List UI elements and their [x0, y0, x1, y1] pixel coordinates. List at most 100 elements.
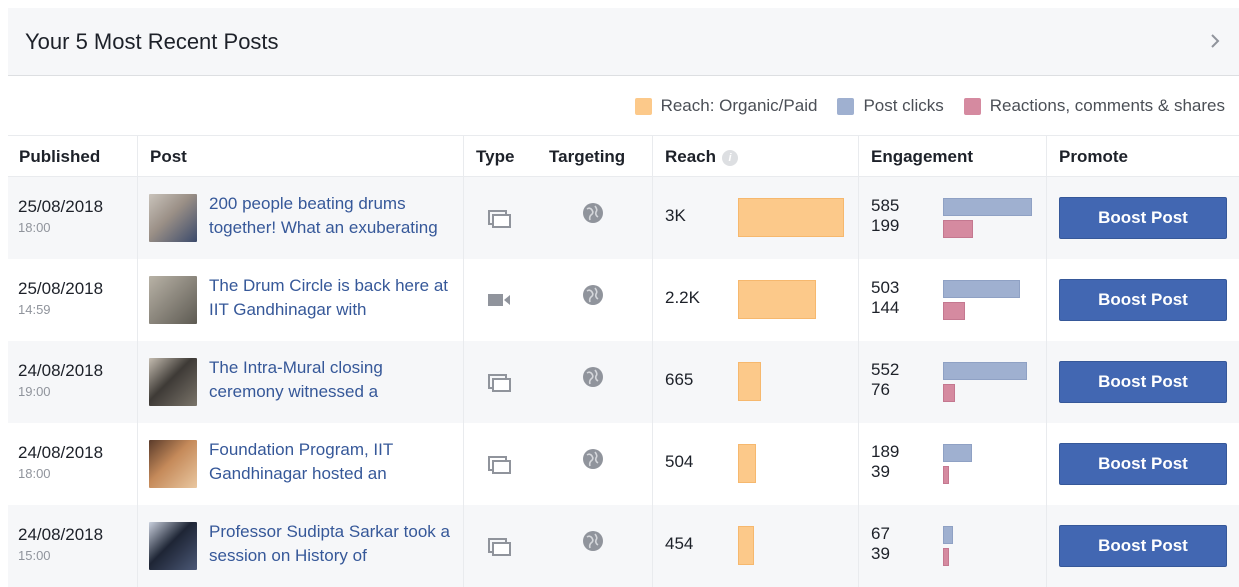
legend-swatch-reactions	[963, 97, 981, 115]
column-header-reach[interactable]: Reach i	[665, 136, 739, 178]
panel-header[interactable]: Your 5 Most Recent Posts	[8, 8, 1239, 76]
photo-album-icon	[486, 371, 512, 393]
reactions-value: 39	[871, 462, 890, 481]
reactions-value: 76	[871, 380, 890, 399]
reach-value: 3K	[665, 206, 686, 225]
globe-icon	[582, 530, 604, 552]
panel-title: Your 5 Most Recent Posts	[25, 29, 279, 54]
boost-post-button[interactable]: Boost Post	[1059, 361, 1227, 403]
reach-value: 665	[665, 370, 694, 389]
column-divider	[137, 135, 138, 587]
legend-label-post-clicks: Post clicks	[863, 96, 944, 115]
table-row: 24/08/2018 18:00 Foundation Program, IIT…	[8, 423, 1239, 505]
video-icon	[486, 289, 512, 311]
post-link[interactable]: The Intra-Mural closing ceremony witness…	[209, 356, 459, 404]
engagement-values: 67 39	[871, 524, 890, 564]
reactions-bar	[943, 220, 973, 238]
reach-value: 2.2K	[665, 288, 700, 307]
published-time: 18:00	[18, 220, 51, 235]
published-date: 24/08/2018	[18, 443, 104, 462]
column-header-promote: Promote	[1059, 147, 1128, 166]
post-thumbnail[interactable]	[149, 440, 197, 488]
chart-legend: Reach: Organic/Paid Post clicks Reaction…	[615, 96, 1225, 116]
reactions-value: 39	[871, 544, 890, 563]
reactions-bar	[943, 548, 949, 566]
post-clicks-bar	[943, 444, 972, 462]
boost-post-button[interactable]: Boost Post	[1059, 443, 1227, 485]
engagement-values: 585 199	[871, 196, 899, 236]
engagement-values: 189 39	[871, 442, 899, 482]
legend-item-reactions: Reactions, comments & shares	[963, 96, 1225, 116]
posts-table: Published Post Type Targeting Reach i Eng…	[8, 135, 1239, 587]
photo-album-icon	[486, 453, 512, 475]
column-divider	[1046, 135, 1047, 587]
table-row: 25/08/2018 14:59 The Drum Circle is back…	[8, 259, 1239, 341]
column-header-type[interactable]: Type	[476, 136, 514, 178]
reach-value: 504	[665, 452, 694, 471]
column-header-engagement[interactable]: Engagement	[871, 136, 973, 178]
post-clicks-bar	[943, 362, 1027, 380]
boost-post-button[interactable]: Boost Post	[1059, 279, 1227, 321]
legend-swatch-reach	[634, 97, 652, 115]
post-link[interactable]: Foundation Program, IIT Gandhinagar host…	[209, 438, 459, 486]
table-body: 25/08/2018 18:00 200 people beating drum…	[8, 177, 1239, 587]
boost-post-button[interactable]: Boost Post	[1059, 525, 1227, 567]
post-clicks-value: 585	[871, 196, 900, 215]
published-date: 24/08/2018	[18, 525, 104, 544]
table-row: 24/08/2018 15:00 Professor Sudipta Sarka…	[8, 505, 1239, 587]
reach-bar	[738, 444, 756, 483]
post-clicks-value: 503	[871, 278, 900, 297]
post-link[interactable]: The Drum Circle is back here at IIT Gand…	[209, 274, 459, 322]
info-icon[interactable]: i	[722, 149, 739, 166]
reactions-value: 144	[871, 298, 900, 317]
table-row: 24/08/2018 19:00 The Intra-Mural closing…	[8, 341, 1239, 423]
reactions-bar	[943, 384, 955, 402]
post-clicks-value: 189	[871, 442, 900, 461]
column-header-post[interactable]: Post	[150, 136, 187, 178]
post-clicks-bar	[943, 526, 953, 544]
boost-post-button[interactable]: Boost Post	[1059, 197, 1227, 239]
published-time: 19:00	[18, 384, 51, 399]
reactions-bar	[943, 466, 949, 484]
legend-item-post-clicks: Post clicks	[837, 96, 944, 116]
globe-icon	[582, 202, 604, 224]
legend-item-reach: Reach: Organic/Paid	[634, 96, 818, 116]
table-row: 25/08/2018 18:00 200 people beating drum…	[8, 177, 1239, 259]
published-date: 25/08/2018	[18, 197, 104, 216]
legend-swatch-post-clicks	[837, 97, 855, 115]
globe-icon	[582, 448, 604, 470]
published-date: 24/08/2018	[18, 361, 104, 380]
table-header-row: Published Post Type Targeting Reach i Eng…	[8, 135, 1239, 177]
legend-label-reach: Reach: Organic/Paid	[660, 96, 818, 115]
column-divider	[652, 135, 653, 587]
published-time: 18:00	[18, 466, 51, 481]
photo-album-icon	[486, 535, 512, 557]
reactions-value: 199	[871, 216, 900, 235]
post-clicks-bar	[943, 198, 1032, 216]
engagement-values: 552 76	[871, 360, 899, 400]
column-header-published[interactable]: Published	[19, 136, 100, 178]
column-divider	[858, 135, 859, 587]
reach-value: 454	[665, 534, 694, 553]
post-thumbnail[interactable]	[149, 522, 197, 570]
column-header-targeting[interactable]: Targeting	[549, 136, 625, 178]
reach-bar	[738, 362, 761, 401]
post-link[interactable]: Professor Sudipta Sarkar took a session …	[209, 520, 459, 568]
reach-bar	[738, 526, 754, 565]
recent-posts-panel: Your 5 Most Recent Posts Reach: Organic/…	[8, 8, 1239, 587]
post-clicks-value: 552	[871, 360, 900, 379]
post-thumbnail[interactable]	[149, 276, 197, 324]
post-thumbnail[interactable]	[149, 358, 197, 406]
engagement-values: 503 144	[871, 278, 899, 318]
post-clicks-value: 67	[871, 524, 890, 543]
post-clicks-bar	[943, 280, 1020, 298]
globe-icon	[582, 284, 604, 306]
chevron-right-icon[interactable]	[1209, 32, 1221, 50]
column-divider	[463, 135, 464, 587]
reach-bar	[738, 280, 816, 319]
post-thumbnail[interactable]	[149, 194, 197, 242]
post-link[interactable]: 200 people beating drums together! What …	[209, 192, 459, 240]
reach-bar	[738, 198, 844, 237]
globe-icon	[582, 366, 604, 388]
legend-label-reactions: Reactions, comments & shares	[989, 96, 1225, 115]
